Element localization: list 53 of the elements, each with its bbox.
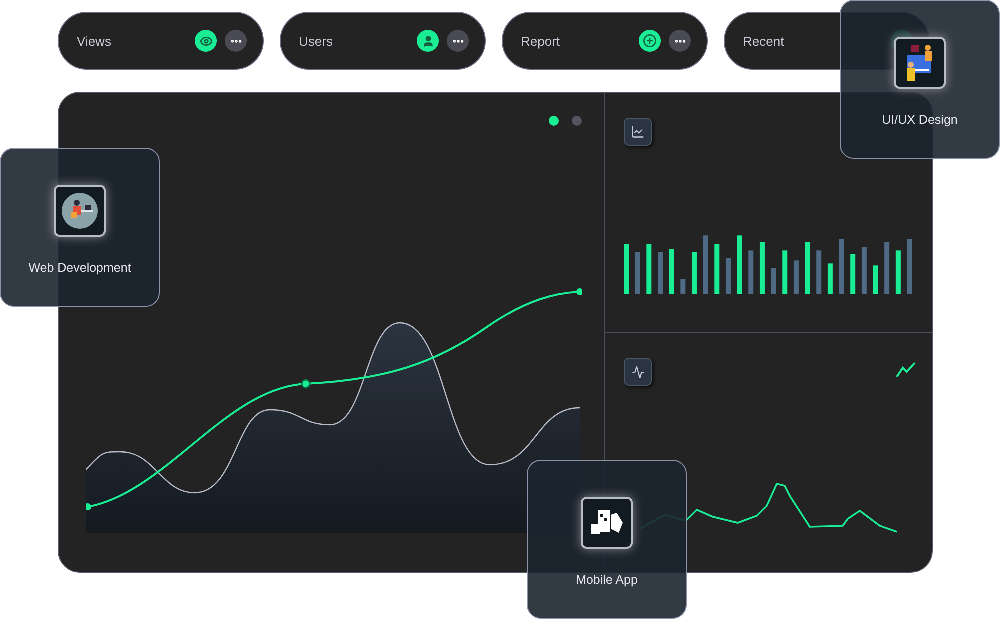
chart-bar: [669, 249, 674, 294]
user-icon: [422, 34, 434, 48]
data-point: [576, 288, 582, 296]
chart-bar: [839, 239, 844, 294]
trend-icon: [896, 362, 916, 378]
person-at-desk-drawing: [61, 192, 99, 230]
chart-bar: [884, 242, 890, 294]
chart-bar: [828, 264, 833, 294]
chart-bar: [703, 236, 708, 294]
chart-bar: [635, 252, 640, 294]
pill-label: Report: [521, 34, 562, 48]
plus-button[interactable]: [639, 30, 661, 52]
chart-button[interactable]: [624, 118, 652, 146]
more-button[interactable]: [447, 30, 469, 52]
card-label: Mobile App: [576, 573, 638, 587]
data-point: [301, 379, 311, 389]
pager-dot[interactable]: [572, 116, 582, 126]
pill-label: Users: [299, 34, 334, 48]
chart-bar: [805, 242, 810, 294]
user-button[interactable]: [417, 30, 439, 52]
chart-bar: [771, 268, 776, 294]
chart-bar: [850, 254, 856, 294]
eye-button[interactable]: [195, 30, 217, 52]
pill-label: Views: [77, 34, 112, 48]
more-button[interactable]: [225, 30, 247, 52]
chart-bar: [714, 244, 720, 294]
eye-icon: [200, 34, 212, 48]
pulse-icon: [632, 366, 644, 378]
chart-bar: [737, 236, 742, 294]
chart-bar: [816, 250, 822, 294]
chart-bar: [896, 250, 901, 294]
more-button[interactable]: [669, 30, 691, 52]
chart-bar: [680, 279, 686, 294]
chart-bar: [692, 252, 697, 294]
chart-bar: [748, 250, 754, 294]
chart-bar: [726, 258, 731, 294]
chart-bar: [782, 250, 788, 294]
chart-bar: [624, 244, 629, 294]
chart-bar: [658, 252, 663, 294]
line-chart-icon: [631, 125, 645, 139]
chart-bar: [646, 244, 652, 294]
chart-bar: [862, 247, 867, 294]
card-label: UI/UX Design: [882, 113, 958, 127]
chart-bar: [760, 242, 765, 294]
chart-bar: [873, 266, 878, 294]
card-label: Web Development: [28, 261, 132, 275]
activity-button[interactable]: [624, 358, 652, 386]
pager-dot[interactable]: [549, 116, 559, 126]
chart-bar: [794, 260, 799, 294]
pill-label: Recent: [743, 34, 786, 48]
data-point: [86, 504, 92, 510]
chart-bar: [907, 239, 912, 294]
plus-icon: [643, 34, 657, 48]
